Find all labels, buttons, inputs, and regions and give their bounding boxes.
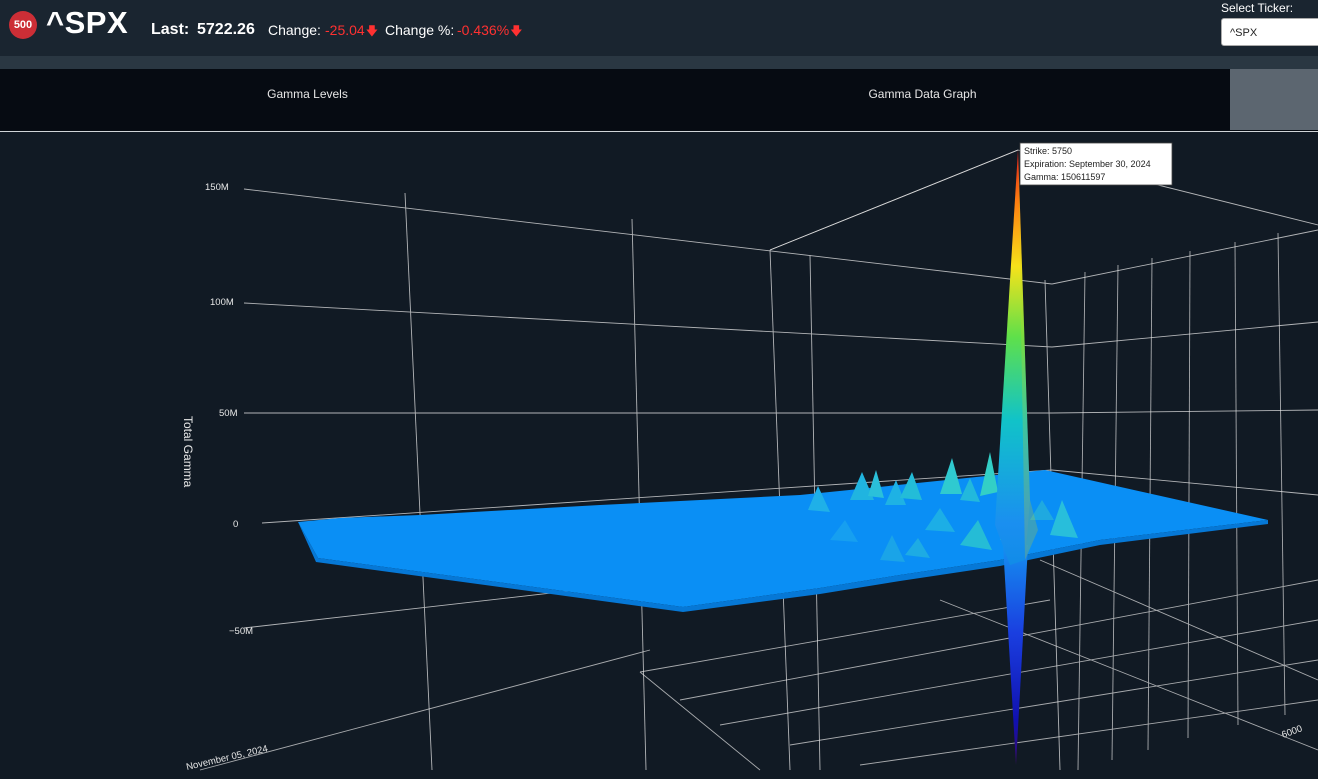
change-pct-label: Change %:	[385, 22, 455, 38]
gridline	[243, 302, 1053, 348]
tab-gamma-data-graph[interactable]: Gamma Data Graph	[615, 69, 1230, 130]
tooltip-line: Strike: 5750	[1024, 146, 1072, 156]
gridline	[404, 192, 433, 771]
tooltip-line: Expiration: September 30, 2024	[1024, 159, 1151, 169]
z-tick-label: 0	[233, 519, 238, 530]
z-tick-label: 150M	[205, 182, 229, 193]
ticker-symbol: ^SPX	[46, 5, 129, 40]
select-ticker-label: Select Ticker:	[1221, 1, 1294, 15]
gridline	[769, 149, 1019, 251]
gridline	[939, 599, 1318, 751]
z-axis: 150M 100M 50M 0 −50M Total Gamma	[181, 182, 253, 637]
gridline	[1234, 241, 1239, 726]
tooltip-line: Gamma: 150611597	[1024, 172, 1105, 182]
down-arrow-icon: 🡇	[510, 24, 523, 38]
gridline	[631, 218, 647, 771]
y-tick-label: 6000	[1280, 723, 1304, 741]
z-tick-label: 100M	[210, 297, 234, 308]
index-badge-icon: 500	[9, 11, 37, 39]
back-wall-grid	[243, 149, 1318, 771]
change-label: Change:	[268, 22, 321, 38]
change-value: -25.04🡇	[325, 22, 378, 43]
hover-guide-lines	[769, 149, 1019, 251]
surface-plot-svg[interactable]: 150M 100M 50M 0 −50M Total Gamma Novembe…	[0, 132, 1318, 774]
gridline	[859, 699, 1318, 766]
change-value-text: -25.04	[325, 22, 365, 38]
last-price: 5722.26	[197, 21, 255, 38]
z-tick-label: −50M	[229, 626, 253, 637]
change-pct-value-text: -0.436%	[457, 22, 510, 38]
z-axis-title: Total Gamma	[181, 416, 195, 488]
header-divider	[0, 56, 1318, 69]
ticker-input[interactable]: ^SPX	[1221, 18, 1318, 46]
x-tick-label: November 05, 2024	[185, 743, 269, 772]
last-label: Last:	[151, 21, 190, 38]
gridline	[1187, 250, 1191, 739]
surface-bump	[868, 470, 884, 498]
gridline	[1039, 559, 1318, 681]
gridline	[639, 599, 1051, 673]
gridline	[1051, 409, 1318, 414]
view-tabs: Gamma Levels Gamma Data Graph	[0, 69, 1318, 132]
tab-gamma-levels[interactable]: Gamma Levels	[0, 69, 615, 130]
gamma-surface-chart[interactable]: 150M 100M 50M 0 −50M Total Gamma Novembe…	[0, 132, 1318, 774]
change-pct-value: -0.436%🡇	[457, 22, 523, 43]
gridline	[1051, 321, 1318, 348]
gridline	[789, 659, 1318, 746]
negative-gamma-spike	[1003, 545, 1028, 765]
gridline	[243, 188, 1053, 285]
tab-active-3d[interactable]	[1230, 69, 1318, 130]
peak-tooltip: Strike: 5750 Expiration: September 30, 2…	[1019, 142, 1173, 186]
down-arrow-icon: 🡇	[365, 24, 379, 38]
gridline	[1277, 232, 1286, 716]
z-tick-label: 50M	[219, 408, 238, 419]
ticker-header: 500 ^SPX Last: 5722.26 Change: -25.04🡇 C…	[0, 0, 1318, 56]
